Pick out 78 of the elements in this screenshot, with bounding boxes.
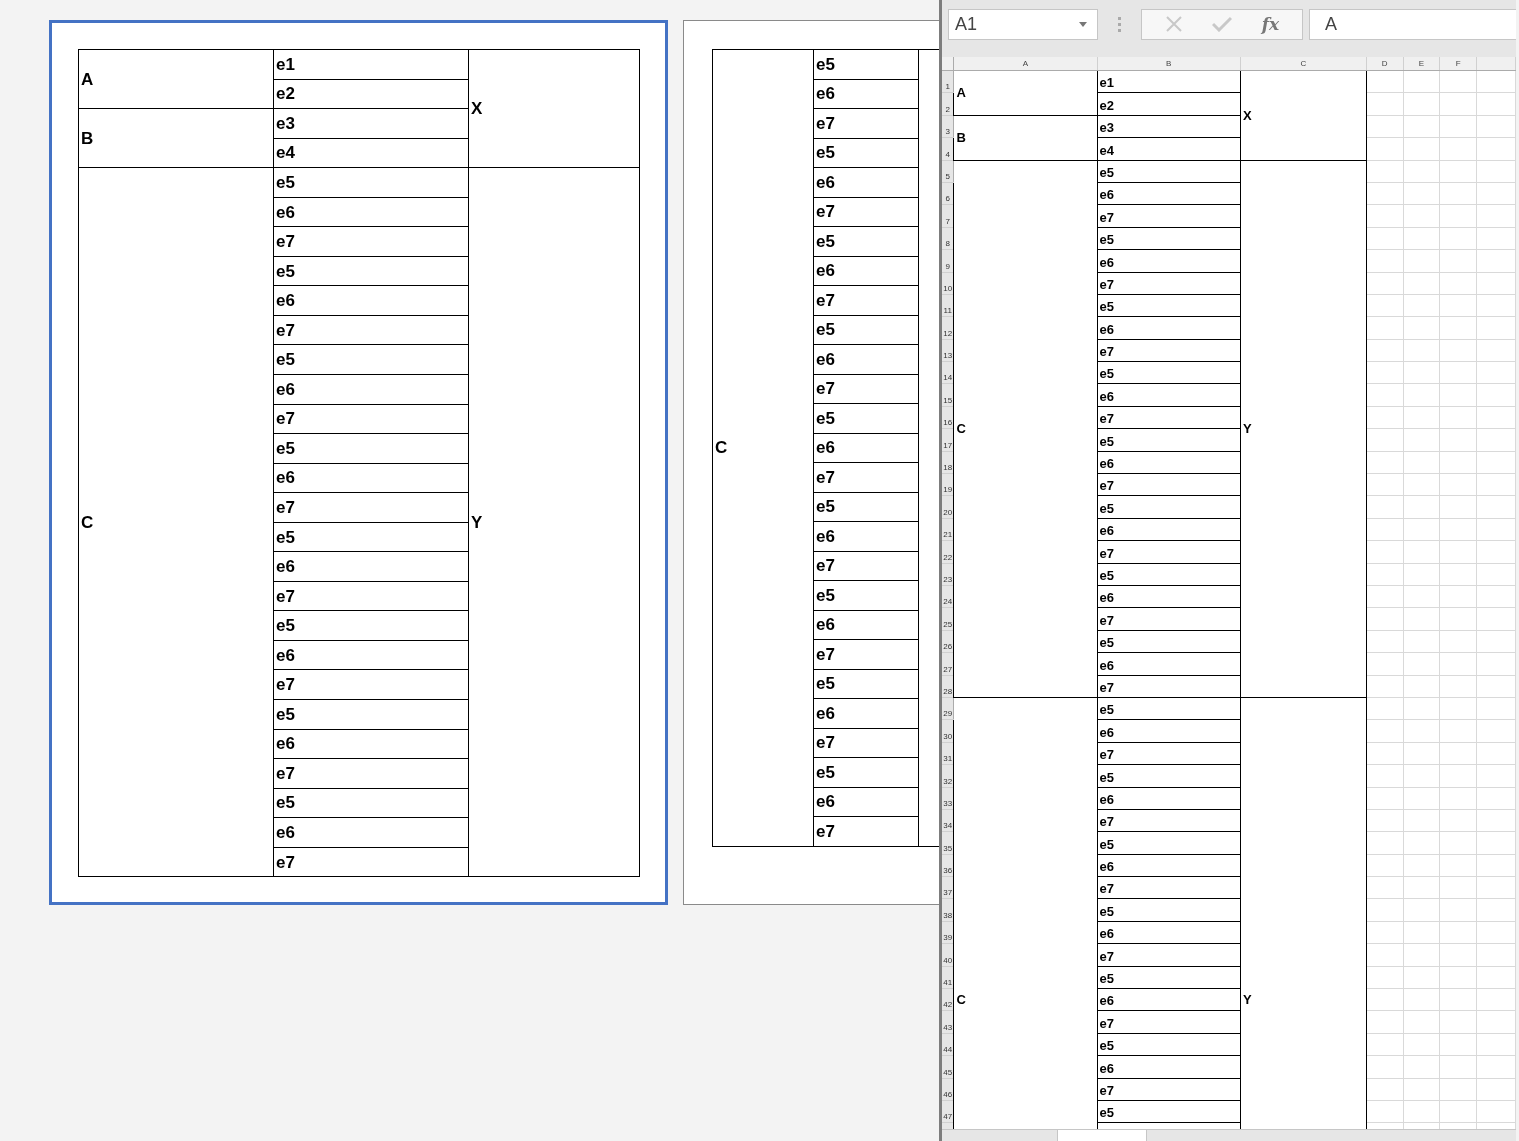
table-cell: e1: [273, 49, 469, 80]
row-number[interactable]: 9: [942, 249, 954, 272]
name-box[interactable]: A1: [948, 8, 1098, 40]
check-icon[interactable]: [1212, 16, 1233, 32]
row-number[interactable]: 38: [942, 898, 954, 922]
row-number[interactable]: 40: [942, 943, 954, 967]
row-number[interactable]: 31: [942, 742, 954, 765]
row-number[interactable]: 14: [942, 361, 954, 384]
row-number[interactable]: 44: [942, 1033, 954, 1056]
column-header[interactable]: E: [1403, 57, 1440, 71]
row-number[interactable]: 39: [942, 921, 954, 944]
table-cell: B: [78, 108, 274, 168]
table-cell: e5: [1097, 697, 1241, 720]
row-number[interactable]: 37: [942, 876, 954, 899]
column-header[interactable]: A: [953, 57, 1098, 71]
table-cell: A: [953, 70, 1098, 116]
row-number[interactable]: 36: [942, 854, 954, 877]
row-number[interactable]: 13: [942, 339, 954, 362]
caret-icon: [1079, 21, 1087, 27]
table-cell: Y: [1240, 160, 1367, 698]
table-cell: X: [1240, 70, 1367, 161]
column-header[interactable]: F: [1439, 57, 1477, 71]
row-number[interactable]: 29: [942, 697, 954, 720]
row-number[interactable]: 22: [942, 540, 954, 564]
column-header[interactable]: B: [1097, 57, 1241, 71]
row-number[interactable]: 45: [942, 1055, 954, 1079]
row-number[interactable]: 42: [942, 988, 954, 1011]
row-number[interactable]: 1: [942, 70, 954, 93]
row-number[interactable]: 32: [942, 764, 954, 787]
row-number[interactable]: 4: [942, 137, 954, 161]
row-number[interactable]: 6: [942, 182, 954, 205]
row-number[interactable]: 20: [942, 495, 954, 519]
row-number[interactable]: 10: [942, 272, 954, 295]
row-number[interactable]: 2: [942, 92, 954, 116]
row-number[interactable]: 46: [942, 1078, 954, 1101]
cancel-icon[interactable]: [1164, 15, 1183, 33]
row-number[interactable]: 23: [942, 563, 954, 586]
table-cell: e1: [1097, 70, 1241, 93]
grip-icon: [1118, 16, 1121, 32]
row-number[interactable]: 33: [942, 787, 954, 810]
row-number[interactable]: 34: [942, 809, 954, 832]
row-number[interactable]: 41: [942, 966, 954, 989]
row-number[interactable]: 8: [942, 227, 954, 250]
table-cell: e5: [1097, 160, 1241, 183]
row-number[interactable]: 5: [942, 160, 954, 183]
print-page[interactable]: A e1 X e2 B e3 e4 C e5 Y e6 e7 e5 e6 e7 e5 e6 e7 e5 e6 e7 e5 e6 e7 e5 e6 e7 e5 e6 e7 e5 e6 e7: [49, 20, 668, 905]
table-cell: e5: [813, 49, 919, 79]
row-number[interactable]: 28: [942, 675, 954, 698]
formula-field[interactable]: A: [1309, 8, 1516, 40]
row-number[interactable]: 21: [942, 518, 954, 541]
insert-function-button[interactable]: fx: [1261, 14, 1280, 34]
row-number[interactable]: 35: [942, 831, 954, 855]
table-cell: X: [468, 49, 640, 168]
row-number[interactable]: 47: [942, 1100, 954, 1123]
row-number[interactable]: 25: [942, 607, 954, 631]
column-header[interactable]: C: [1240, 57, 1367, 71]
row-number[interactable]: 17: [942, 428, 954, 452]
row-number[interactable]: 12: [942, 316, 954, 340]
row-number[interactable]: 11: [942, 294, 954, 317]
table-cell: C: [712, 49, 814, 846]
table-cell: C: [78, 167, 274, 877]
column-header[interactable]: D: [1366, 57, 1404, 71]
row-number[interactable]: 19: [942, 473, 954, 496]
row-number[interactable]: 24: [942, 585, 954, 608]
row-number[interactable]: 15: [942, 383, 954, 407]
print-page[interactable]: C e5 e6 e7 e5 e6 e7 e5 e6 e7 e5 e6 e7 e5 e6 e7 e5 e6 e7 e5 e6 e7 e5 e6 e7 e5 e6 e7: [683, 20, 939, 905]
row-number[interactable]: 43: [942, 1010, 954, 1034]
row-number[interactable]: 16: [942, 406, 954, 429]
table-cell: e5: [273, 167, 469, 198]
table-cell: B: [953, 115, 1098, 161]
row-number[interactable]: 7: [942, 204, 954, 228]
row-number[interactable]: 26: [942, 630, 954, 653]
table-cell: Y: [468, 167, 640, 877]
row-number[interactable]: 3: [942, 115, 954, 138]
row-number[interactable]: 27: [942, 652, 954, 676]
row-number[interactable]: 18: [942, 451, 954, 474]
table-cell: A: [78, 49, 274, 109]
row-number[interactable]: 30: [942, 719, 954, 743]
